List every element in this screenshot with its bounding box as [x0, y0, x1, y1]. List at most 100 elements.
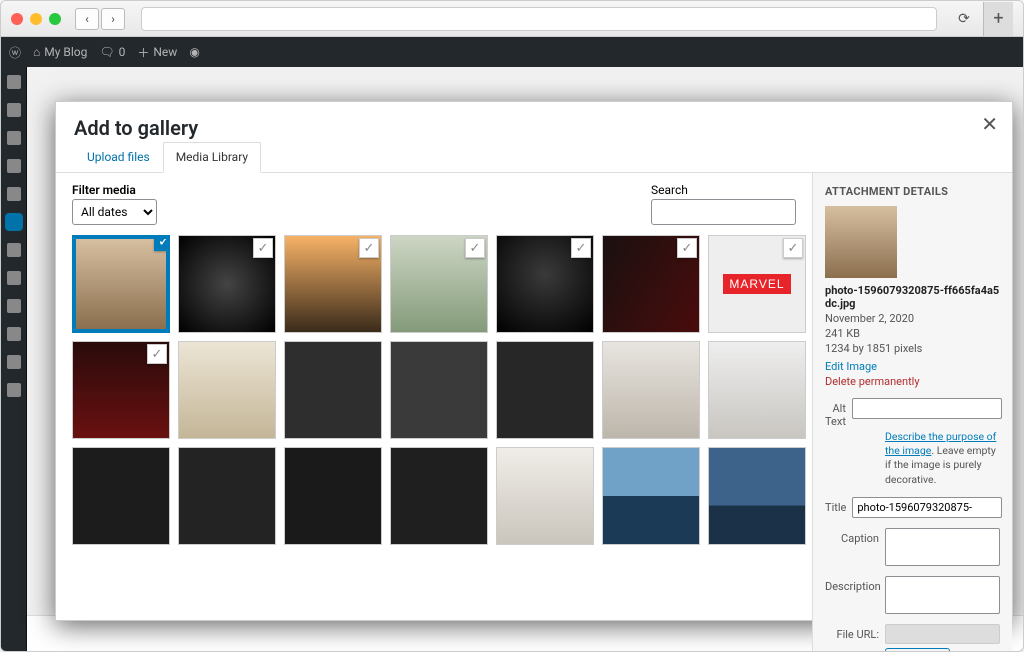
search-label: Search: [651, 183, 796, 197]
sidebar-gallery-icon[interactable]: [7, 215, 21, 229]
media-thumbnail[interactable]: [602, 341, 700, 439]
comments-link[interactable]: 🗨 0: [99, 45, 125, 59]
modal-close-button[interactable]: ✕: [981, 112, 998, 136]
media-thumbnail[interactable]: [284, 341, 382, 439]
reload-button[interactable]: ⟳: [953, 8, 975, 30]
alt-text-help: Describe the purpose of the image. Leave…: [885, 430, 1000, 487]
traffic-lights: [11, 13, 61, 25]
filter-label: Filter media: [72, 183, 157, 197]
wp-admin-toolbar: ⓦ ⌂ My Blog 🗨 0 ＋ New ◉: [1, 37, 1023, 67]
details-filesize: 241 KB: [825, 327, 1000, 340]
browser-chrome: ‹ › ⟳ +: [1, 1, 1023, 37]
media-thumbnail[interactable]: MARVEL ✓: [708, 235, 806, 333]
new-tab-button[interactable]: +: [983, 2, 1013, 36]
media-toolbar: Filter media All dates Search: [72, 183, 796, 225]
attachment-details: ATTACHMENT DETAILS photo-1596079320875-f…: [812, 173, 1012, 652]
site-home-link[interactable]: ⌂ My Blog: [33, 45, 87, 59]
view-icon[interactable]: ◉: [189, 45, 199, 59]
media-thumbnail[interactable]: [178, 447, 276, 545]
check-icon[interactable]: ✓: [253, 238, 273, 258]
sidebar-media-icon[interactable]: [7, 131, 21, 145]
wp-content-area: Add to gallery ✕ Upload files Media Libr…: [27, 67, 1023, 651]
media-thumbnail[interactable]: ✓: [178, 235, 276, 333]
media-thumbnail[interactable]: [496, 341, 594, 439]
filter-select[interactable]: All dates: [72, 199, 157, 225]
check-icon[interactable]: ✓: [465, 238, 485, 258]
sidebar-users-icon[interactable]: [7, 299, 21, 313]
media-thumbnail[interactable]: ✓: [72, 235, 170, 333]
media-thumbnail[interactable]: [72, 447, 170, 545]
media-thumbnail[interactable]: ✓: [390, 235, 488, 333]
check-icon[interactable]: ✓: [571, 238, 591, 258]
alt-text-label: Alt Text: [825, 398, 846, 428]
browser-window: ‹ › ⟳ + ⓦ ⌂ My Blog 🗨 0 ＋ New ◉: [0, 0, 1024, 652]
check-icon[interactable]: ✓: [154, 235, 170, 251]
modal-body: Filter media All dates Search: [56, 173, 1012, 652]
browser-nav-buttons: ‹ ›: [75, 8, 125, 30]
sidebar-tools-icon[interactable]: [7, 327, 21, 341]
description-label: Description: [825, 576, 879, 593]
copy-url-button[interactable]: Copy URL: [885, 648, 950, 652]
new-content-link[interactable]: ＋ New: [137, 44, 177, 61]
browser-back-button[interactable]: ‹: [75, 8, 99, 30]
media-thumbnail[interactable]: ✓: [602, 235, 700, 333]
sidebar-collapse-icon[interactable]: [7, 383, 21, 397]
sidebar-posts-icon[interactable]: [7, 103, 21, 117]
check-icon[interactable]: ✓: [359, 238, 379, 258]
file-url-readonly: [885, 624, 1000, 644]
details-thumbnail: [825, 206, 897, 278]
check-icon[interactable]: ✓: [677, 238, 697, 258]
delete-permanently-link[interactable]: Delete permanently: [825, 375, 920, 388]
media-thumbnail[interactable]: [496, 447, 594, 545]
media-thumbnail[interactable]: [178, 341, 276, 439]
caption-textarea[interactable]: [885, 528, 1000, 566]
window-minimize-button[interactable]: [30, 13, 42, 25]
wp-admin: ⓦ ⌂ My Blog 🗨 0 ＋ New ◉: [1, 37, 1023, 651]
modal-tabs: Upload files Media Library: [56, 142, 1012, 173]
url-bar[interactable]: [141, 7, 937, 31]
details-date: November 2, 2020: [825, 312, 1000, 325]
sidebar-pages-icon[interactable]: [7, 159, 21, 173]
wp-logo-icon[interactable]: ⓦ: [9, 44, 21, 61]
search-input[interactable]: [651, 199, 796, 225]
sidebar-appearance-icon[interactable]: [7, 243, 21, 257]
media-thumbnail[interactable]: [390, 341, 488, 439]
modal-title: Add to gallery: [74, 116, 994, 140]
check-icon[interactable]: ✓: [147, 344, 167, 364]
marvel-logo: MARVEL: [723, 274, 790, 294]
sidebar-dashboard-icon[interactable]: [7, 75, 21, 89]
title-label: Title: [825, 497, 846, 514]
media-thumbnail[interactable]: ✓: [72, 341, 170, 439]
site-name: My Blog: [44, 45, 87, 59]
window-zoom-button[interactable]: [49, 13, 61, 25]
media-thumbnail[interactable]: [602, 447, 700, 545]
tab-upload-files[interactable]: Upload files: [74, 142, 163, 172]
thumbnail-grid: ✓ ✓ ✓ ✓ ✓ ✓ MARVEL✓ ✓: [72, 235, 796, 545]
edit-image-link[interactable]: Edit Image: [825, 360, 877, 373]
media-thumbnail[interactable]: [284, 447, 382, 545]
description-textarea[interactable]: [885, 576, 1000, 614]
sidebar-settings-icon[interactable]: [7, 355, 21, 369]
media-thumbnail[interactable]: ✓: [284, 235, 382, 333]
alt-text-input[interactable]: [852, 398, 1002, 419]
details-filename: photo-1596079320875-ff665fa4a5dc.jpg: [825, 284, 1000, 310]
wp-body: Add to gallery ✕ Upload files Media Libr…: [1, 67, 1023, 651]
wp-admin-sidebar: [1, 67, 27, 651]
media-thumbnail[interactable]: [390, 447, 488, 545]
title-input[interactable]: [852, 497, 1002, 518]
filter-group: Filter media All dates: [72, 183, 157, 225]
window-close-button[interactable]: [11, 13, 23, 25]
media-frame: Filter media All dates Search: [56, 173, 812, 652]
sidebar-comments-icon[interactable]: [7, 187, 21, 201]
tab-media-library[interactable]: Media Library: [163, 142, 261, 173]
media-thumbnail[interactable]: [708, 341, 806, 439]
details-heading: ATTACHMENT DETAILS: [825, 185, 1000, 198]
sidebar-plugins-icon[interactable]: [7, 271, 21, 285]
details-dimensions: 1234 by 1851 pixels: [825, 342, 1000, 355]
check-icon[interactable]: ✓: [783, 238, 803, 258]
media-thumbnail[interactable]: ✓: [496, 235, 594, 333]
media-thumbnail[interactable]: [708, 447, 806, 545]
caption-label: Caption: [825, 528, 879, 545]
browser-forward-button[interactable]: ›: [101, 8, 125, 30]
media-modal: Add to gallery ✕ Upload files Media Libr…: [55, 101, 1013, 621]
